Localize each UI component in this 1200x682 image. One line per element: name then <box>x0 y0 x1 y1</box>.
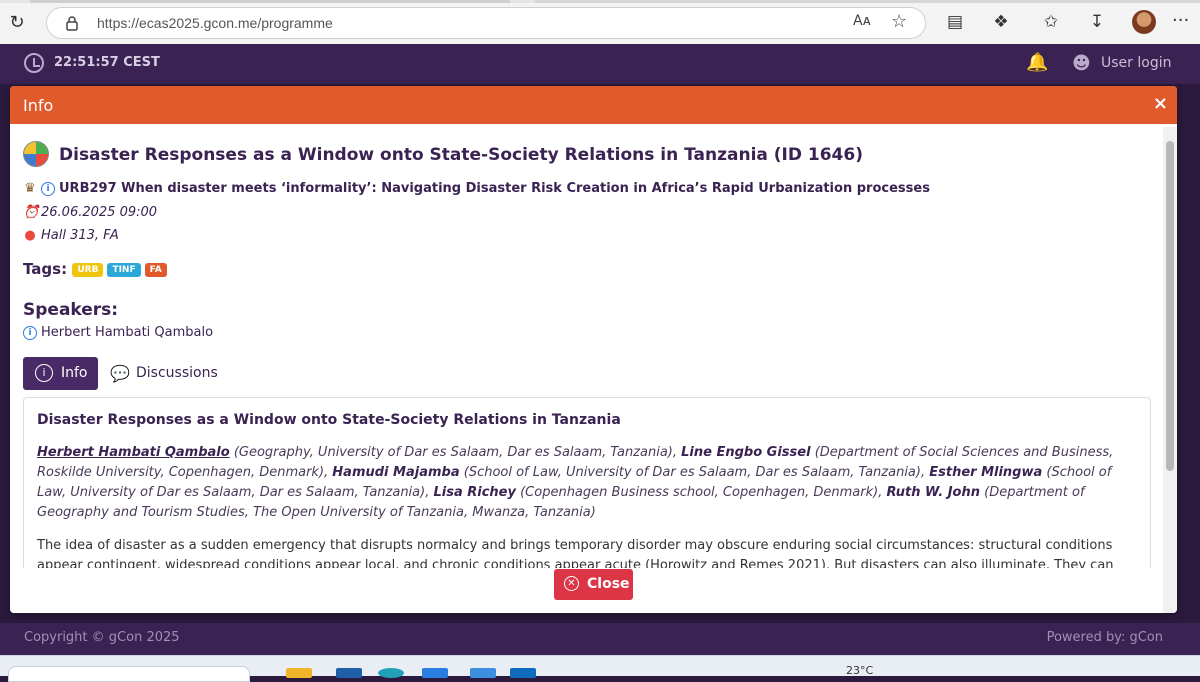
speaker-line: i Herbert Hambati Qambalo <box>23 325 213 340</box>
tab-strip <box>0 0 1200 3</box>
session-line: ♛ i URB297 When disaster meets ‘informalit… <box>23 181 930 196</box>
info-icon[interactable]: i <box>41 182 55 196</box>
date-line: ⏰ 26.06.2025 09:00 <box>23 205 157 220</box>
author-affiliation: (Copenhagen Business school, Copenhagen,… <box>515 485 887 500</box>
author-name: Esther Mlingwa <box>929 465 1043 480</box>
user-icon[interactable]: ☻ <box>1072 53 1091 74</box>
tab-info-label: Info <box>61 365 88 381</box>
powered-by-text: Powered by: gCon <box>1046 630 1163 645</box>
author-name: Line Engbo Gissel <box>681 445 811 460</box>
tags: Tags: URB TINF FA <box>23 260 171 278</box>
taskbar-search[interactable] <box>8 666 250 682</box>
page-footer: Copyright © gCon 2025 Powered by: gCon <box>0 623 1200 655</box>
info-icon: i <box>35 364 53 382</box>
tag-urb: URB <box>72 263 104 277</box>
read-aloud-icon[interactable]: Aᴀ <box>853 13 871 29</box>
author-affiliation: (School of Law, University of Dar es Sal… <box>459 465 930 480</box>
url-text[interactable]: https://ecas2025.gcon.me/programme <box>97 15 333 31</box>
author-name[interactable]: Herbert Hambati Qambalo <box>37 445 230 460</box>
address-bar[interactable]: https://ecas2025.gcon.me/programme Aᴀ ☆ <box>46 7 926 39</box>
collections-icon[interactable]: ▤ <box>944 11 966 33</box>
modal-header: Info × <box>10 86 1177 124</box>
bell-icon[interactable]: 🔔 <box>1026 52 1048 73</box>
taskbar-app-icon[interactable] <box>336 668 362 678</box>
copyright-text: Copyright © gCon 2025 <box>24 630 180 645</box>
taskbar-app-icon[interactable] <box>470 668 496 678</box>
weather-temperature[interactable]: 23°C <box>846 664 873 677</box>
modal-body[interactable]: Disaster Responses as a Window onto Stat… <box>10 127 1163 568</box>
taskbar-app-icon[interactable] <box>422 668 448 678</box>
favorite-star-icon[interactable]: ☆ <box>891 11 907 32</box>
close-button[interactable]: ✕ Close <box>554 569 633 600</box>
clock-icon <box>24 53 44 73</box>
taskbar-app-icon[interactable] <box>510 668 536 678</box>
pie-chart-icon <box>23 141 49 167</box>
modal-scrollbar[interactable] <box>1163 127 1177 613</box>
author-affiliation: (Geography, University of Dar es Salaam,… <box>229 445 682 460</box>
location-line: ● Hall 313, FA <box>23 228 119 243</box>
more-menu-icon[interactable]: ··· <box>1172 10 1189 31</box>
profile-avatar[interactable] <box>1132 10 1156 34</box>
modal-close-icon[interactable]: × <box>1153 93 1168 114</box>
close-button-label: Close <box>587 576 630 592</box>
abstract-text: The idea of disaster as a sudden emergen… <box>37 538 1114 568</box>
reload-icon[interactable]: ↻ <box>6 12 28 34</box>
authors-list: Herbert Hambati Qambalo (Geography, Univ… <box>37 443 1137 523</box>
paper-title: Disaster Responses as a Window onto Stat… <box>59 145 863 165</box>
scrollbar-thumb[interactable] <box>1166 141 1174 471</box>
file-explorer-icon[interactable] <box>286 668 312 678</box>
lectern-icon: ♛ <box>24 181 36 196</box>
alarm-clock-icon: ⏰ <box>23 205 40 220</box>
speaker-name[interactable]: Herbert Hambati Qambalo <box>41 325 213 340</box>
modal-title: Info <box>23 96 54 115</box>
favorites-icon[interactable]: ✩ <box>1040 11 1062 33</box>
map-pin-icon: ● <box>24 228 36 243</box>
edge-browser-icon[interactable] <box>378 668 404 678</box>
info-modal: Info × Disaster Responses as a Window on… <box>10 86 1177 613</box>
info-icon[interactable]: i <box>23 326 37 340</box>
author-name: Hamudi Majamba <box>332 465 460 480</box>
author-name: Ruth W. John <box>886 485 981 500</box>
tag-tinf: TINF <box>107 263 141 277</box>
app-header: 22:51:57 CEST 🔔 ☻ User login <box>0 44 1200 84</box>
tags-label: Tags: <box>23 260 68 278</box>
clock-time: 22:51:57 CEST <box>54 55 160 70</box>
chat-bubble-icon: 💬 <box>110 364 130 383</box>
close-circle-icon: ✕ <box>564 576 579 591</box>
abstract-title: Disaster Responses as a Window onto Stat… <box>37 412 621 428</box>
author-name: Lisa Richey <box>433 485 516 500</box>
user-login-link[interactable]: User login <box>1101 55 1171 71</box>
tab-discussions-label: Discussions <box>136 365 218 381</box>
speakers-heading: Speakers: <box>23 300 119 320</box>
browser-toolbar: ↻ https://ecas2025.gcon.me/programme Aᴀ … <box>0 0 1200 45</box>
extensions-icon[interactable]: ❖ <box>990 11 1012 33</box>
session-date: 26.06.2025 09:00 <box>41 205 158 220</box>
tag-fa: FA <box>144 263 167 277</box>
downloads-icon[interactable]: ↧ <box>1086 11 1108 33</box>
tab-info[interactable]: i Info <box>23 357 98 390</box>
os-taskbar: 23°C <box>0 655 1200 682</box>
session-location: Hall 313, FA <box>41 228 119 243</box>
lock-icon[interactable] <box>63 14 81 32</box>
abstract-card: Disaster Responses as a Window onto Stat… <box>23 397 1151 568</box>
modal-footer: ✕ Close <box>10 568 1163 613</box>
session-link[interactable]: URB297 When disaster meets ‘informality’… <box>59 181 930 196</box>
